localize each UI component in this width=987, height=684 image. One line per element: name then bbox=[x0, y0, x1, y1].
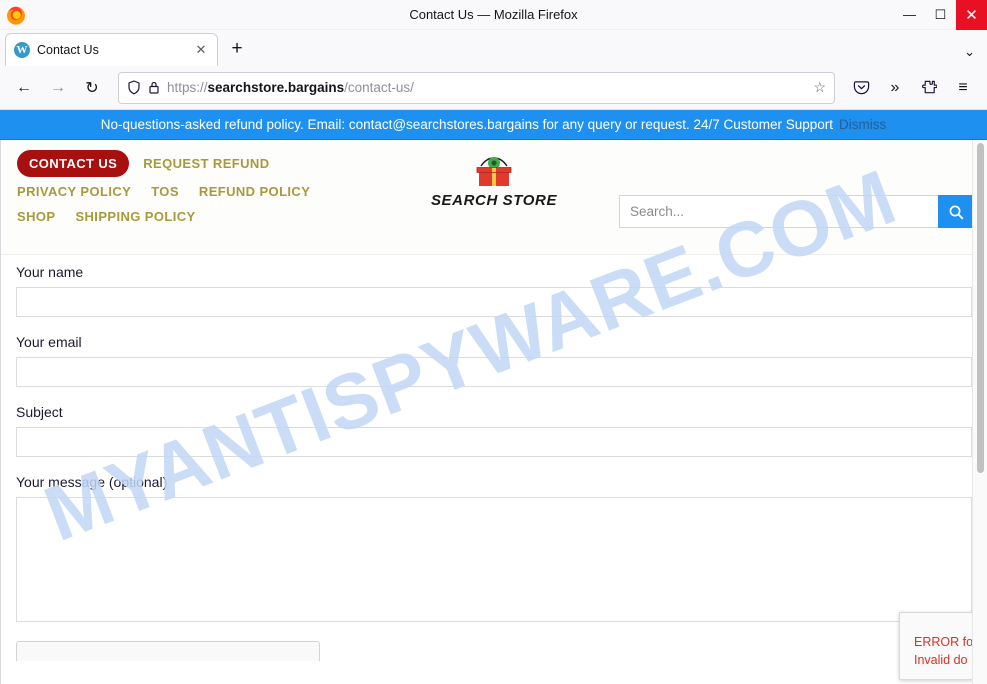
shield-icon[interactable] bbox=[127, 80, 141, 95]
email-input[interactable] bbox=[16, 357, 972, 387]
subject-input[interactable] bbox=[16, 427, 972, 457]
nav-link-shop[interactable]: SHOP bbox=[17, 209, 55, 224]
back-button[interactable]: ← bbox=[8, 72, 40, 104]
extensions-icon[interactable] bbox=[913, 72, 945, 104]
list-all-tabs-icon[interactable]: ⌄ bbox=[964, 44, 975, 60]
overflow-menu-icon[interactable]: » bbox=[879, 72, 911, 104]
close-tab-icon[interactable]: ✕ bbox=[193, 42, 209, 58]
window-controls: — ☐ ✕ bbox=[894, 0, 987, 30]
promo-banner: No-questions-asked refund policy. Email:… bbox=[0, 110, 987, 140]
contact-form: Your name Your email Subject Your messag… bbox=[1, 255, 987, 661]
url-bar[interactable]: https://searchstore.bargains/contact-us/… bbox=[118, 71, 835, 104]
url-scheme: https:// bbox=[167, 80, 208, 95]
menu-row-3: SHOP SHIPPING POLICY bbox=[17, 209, 437, 224]
site-navigation-menu: CONTACT US REQUEST REFUND PRIVACY POLICY… bbox=[17, 150, 437, 224]
nav-link-contact-us[interactable]: CONTACT US bbox=[17, 150, 130, 177]
toolbar-right-group: » ≡ bbox=[845, 72, 979, 104]
maximize-button[interactable]: ☐ bbox=[925, 0, 956, 30]
tab-strip: W Contact Us ✕ + ⌄ bbox=[0, 30, 987, 66]
bookmark-star-icon[interactable]: ☆ bbox=[813, 79, 826, 96]
gift-box-eye-logo-icon bbox=[476, 157, 512, 186]
nav-link-refund-policy[interactable]: REFUND POLICY bbox=[199, 184, 310, 199]
pocket-icon[interactable] bbox=[845, 72, 877, 104]
menu-row-2: PRIVACY POLICY TOS REFUND POLICY bbox=[17, 184, 437, 199]
app-menu-icon[interactable]: ≡ bbox=[947, 72, 979, 104]
page-viewport: MYANTISPYWARE.COM CONTACT US REQUEST REF… bbox=[0, 140, 987, 684]
site-logo-text: SEARCH STORE bbox=[430, 192, 558, 209]
tab-title: Contact Us bbox=[37, 43, 99, 57]
name-input[interactable] bbox=[16, 287, 972, 317]
browser-title-bar: Contact Us — Mozilla Firefox — ☐ ✕ bbox=[0, 0, 987, 30]
promo-banner-text: No-questions-asked refund policy. Email:… bbox=[100, 117, 834, 132]
nav-link-privacy-policy[interactable]: PRIVACY POLICY bbox=[17, 184, 131, 199]
url-text: https://searchstore.bargains/contact-us/ bbox=[167, 80, 806, 95]
firefox-logo-icon bbox=[7, 6, 25, 25]
reload-button[interactable]: ↻ bbox=[76, 72, 108, 104]
search-icon bbox=[949, 205, 964, 219]
search-input[interactable] bbox=[619, 195, 938, 228]
url-domain: searchstore.bargains bbox=[207, 80, 345, 95]
message-textarea[interactable] bbox=[16, 497, 972, 622]
message-field-label: Your message (optional) bbox=[16, 474, 168, 490]
wordpress-favicon-icon: W bbox=[14, 42, 30, 58]
menu-row-1: CONTACT US REQUEST REFUND bbox=[17, 150, 437, 177]
email-field-label: Your email bbox=[16, 334, 82, 350]
nav-link-tos[interactable]: TOS bbox=[151, 184, 179, 199]
forward-button[interactable]: → bbox=[42, 72, 74, 104]
search-submit-button[interactable] bbox=[938, 195, 974, 228]
nav-link-request-refund[interactable]: REQUEST REFUND bbox=[143, 156, 269, 171]
site-logo[interactable]: SEARCH STORE bbox=[414, 154, 574, 209]
site-search bbox=[619, 195, 974, 228]
promo-dismiss-link[interactable]: Dismiss bbox=[839, 117, 886, 132]
browser-tab[interactable]: W Contact Us ✕ bbox=[5, 33, 218, 66]
site-header: CONTACT US REQUEST REFUND PRIVACY POLICY… bbox=[1, 140, 987, 255]
recaptcha-widget[interactable] bbox=[16, 641, 320, 661]
minimize-button[interactable]: — bbox=[894, 0, 925, 30]
scrollbar-thumb[interactable] bbox=[977, 143, 984, 473]
name-field-label: Your name bbox=[16, 264, 84, 280]
subject-field-label: Subject bbox=[16, 404, 63, 420]
close-window-button[interactable]: ✕ bbox=[956, 0, 987, 30]
page-scrollbar[interactable] bbox=[972, 140, 987, 684]
url-path: /contact-us/ bbox=[344, 80, 414, 95]
new-tab-button[interactable]: + bbox=[222, 34, 252, 64]
browser-toolbar: ← → ↻ https://searchstore.bargains/conta… bbox=[0, 66, 987, 110]
window-title: Contact Us — Mozilla Firefox bbox=[409, 7, 578, 22]
lock-icon[interactable] bbox=[148, 80, 160, 95]
nav-link-shipping-policy[interactable]: SHIPPING POLICY bbox=[75, 209, 195, 224]
